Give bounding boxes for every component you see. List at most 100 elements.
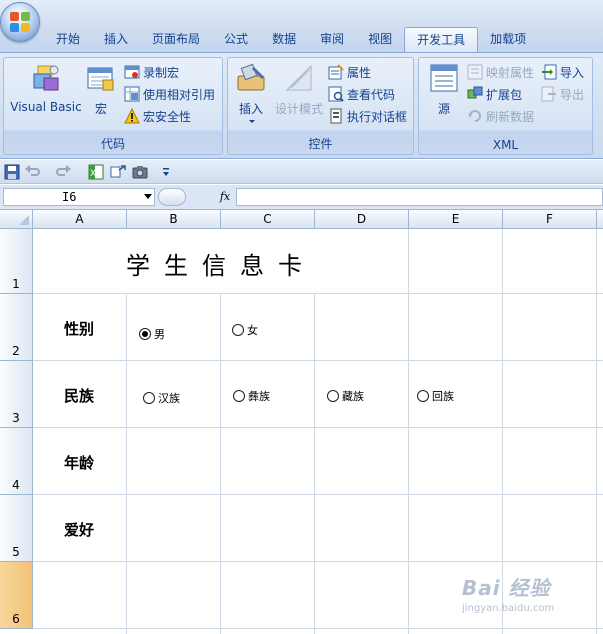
insert-function-button[interactable]: fx <box>214 188 236 206</box>
save-icon[interactable] <box>4 164 20 180</box>
column-header-f[interactable]: F <box>503 210 597 229</box>
row-header-5[interactable]: 5 <box>0 495 33 562</box>
tab-developer[interactable]: 开发工具 <box>404 27 479 52</box>
relative-references-icon <box>124 86 140 102</box>
radio-tibetan[interactable]: 藏族 <box>327 388 364 404</box>
visual-basic-icon <box>30 62 62 94</box>
radio-unselected-icon <box>143 392 155 404</box>
insert-control-button[interactable]: 插入 <box>232 62 270 132</box>
xml-source-button[interactable]: 源 <box>423 62 465 132</box>
gridline <box>408 229 409 634</box>
gridline <box>33 293 603 294</box>
age-label: 年龄 <box>64 454 95 472</box>
map-properties-button[interactable]: 映射属性 <box>467 62 534 82</box>
office-button[interactable] <box>0 2 40 42</box>
column-header-g[interactable] <box>597 210 603 229</box>
tab-data[interactable]: 数据 <box>260 27 308 52</box>
merged-title-cell[interactable]: 学生信息卡 <box>34 229 408 293</box>
expansion-packs-button[interactable]: 扩展包 <box>467 84 522 104</box>
radio-hui[interactable]: 回族 <box>417 388 454 404</box>
radio-unselected-icon <box>232 324 244 336</box>
xml-export-button[interactable]: 导出 <box>541 84 584 104</box>
radio-selected-icon <box>139 328 151 340</box>
design-mode-icon <box>283 62 315 94</box>
tab-page-layout[interactable]: 页面布局 <box>140 27 212 52</box>
row-header-6[interactable]: 6 <box>0 562 33 629</box>
run-dialog-button[interactable]: 执行对话框 <box>328 106 407 126</box>
row-header-3[interactable]: 3 <box>0 361 33 428</box>
link-icon[interactable] <box>110 164 126 180</box>
name-box[interactable]: I6 <box>3 188 155 206</box>
row-header-2[interactable]: 2 <box>0 294 33 361</box>
visual-basic-label: Visual Basic <box>10 100 82 114</box>
ribbon: Visual Basic 宏 录制宏 使用相对引用 宏安全性 代码 插入 设计模… <box>0 52 603 159</box>
tab-formulas[interactable]: 公式 <box>212 27 260 52</box>
undo-icon[interactable] <box>24 164 40 180</box>
camera-icon[interactable] <box>132 164 148 180</box>
controls-group: 插入 设计模式 属性 查看代码 执行对话框 控件 <box>227 57 414 155</box>
column-header-c[interactable]: C <box>221 210 315 229</box>
select-all-button[interactable] <box>0 210 33 229</box>
radio-male[interactable]: 男 <box>139 326 165 342</box>
relative-references-button[interactable]: 使用相对引用 <box>124 84 215 104</box>
radio-unselected-icon <box>327 390 339 402</box>
xml-import-button[interactable]: 导入 <box>541 62 584 82</box>
radio-yi-label: 彝族 <box>248 390 270 403</box>
gridline <box>314 294 315 634</box>
map-properties-icon <box>467 64 483 80</box>
xml-import-label: 导入 <box>560 65 585 80</box>
refresh-icon <box>467 108 483 124</box>
xml-source-label: 源 <box>437 102 450 116</box>
view-code-button[interactable]: 查看代码 <box>328 84 395 104</box>
row-header-4[interactable]: 4 <box>0 428 33 495</box>
tab-view[interactable]: 视图 <box>356 27 404 52</box>
column-header-e[interactable]: E <box>409 210 503 229</box>
record-macro-icon <box>124 64 140 80</box>
svg-text:X: X <box>90 169 96 179</box>
xml-export-label: 导出 <box>560 87 585 102</box>
column-header-b[interactable]: B <box>127 210 221 229</box>
quick-access-toolbar: X <box>0 160 603 184</box>
ribbon-tab-strip: 开始 插入 页面布局 公式 数据 审阅 视图 开发工具 加载项 <box>0 0 603 52</box>
formula-bar-resize-handle[interactable] <box>158 188 186 206</box>
customize-qat-icon[interactable] <box>158 164 174 180</box>
radio-female[interactable]: 女 <box>232 322 258 338</box>
expansion-packs-icon <box>467 86 483 102</box>
visual-basic-button[interactable]: Visual Basic <box>8 62 84 132</box>
gridline <box>220 294 221 634</box>
name-box-value: I6 <box>62 190 77 204</box>
formula-controls: fx <box>158 188 236 206</box>
xml-group: 源 映射属性 扩展包 刷新数据 导入 导出 XML <box>418 57 593 155</box>
spreadsheet-icon[interactable]: X <box>88 164 104 180</box>
properties-icon <box>328 64 344 80</box>
properties-button[interactable]: 属性 <box>328 62 371 82</box>
tab-add-ins[interactable]: 加载项 <box>478 27 538 52</box>
design-mode-button[interactable]: 设计模式 <box>272 62 326 132</box>
radio-han[interactable]: 汉族 <box>143 390 180 406</box>
tab-home[interactable]: 开始 <box>44 27 92 52</box>
gridline <box>126 294 127 634</box>
radio-unselected-icon <box>417 390 429 402</box>
row-header-1[interactable]: 1 <box>0 229 33 294</box>
tab-insert[interactable]: 插入 <box>92 27 140 52</box>
tab-review[interactable]: 审阅 <box>308 27 356 52</box>
radio-yi[interactable]: 彝族 <box>233 388 270 404</box>
macros-label: 宏 <box>94 102 107 116</box>
radio-hui-label: 回族 <box>432 390 454 403</box>
column-header-a[interactable]: A <box>33 210 127 229</box>
watermark-logo: Bai 经验 <box>462 576 551 600</box>
gridline <box>33 494 603 495</box>
formula-input[interactable] <box>236 188 603 206</box>
refresh-data-button[interactable]: 刷新数据 <box>467 106 534 126</box>
macros-button[interactable]: 宏 <box>84 62 118 132</box>
code-group-label: 代码 <box>100 137 125 151</box>
gridline <box>33 628 603 629</box>
watermark: Bai 经验 jingyan.baidu.com <box>462 572 582 624</box>
import-icon <box>541 64 557 80</box>
column-header-d[interactable]: D <box>315 210 409 229</box>
record-macro-button[interactable]: 录制宏 <box>124 62 179 82</box>
gridline <box>33 561 603 562</box>
macros-icon <box>85 62 117 94</box>
redo-icon[interactable] <box>56 164 72 180</box>
macro-security-button[interactable]: 宏安全性 <box>124 106 191 126</box>
